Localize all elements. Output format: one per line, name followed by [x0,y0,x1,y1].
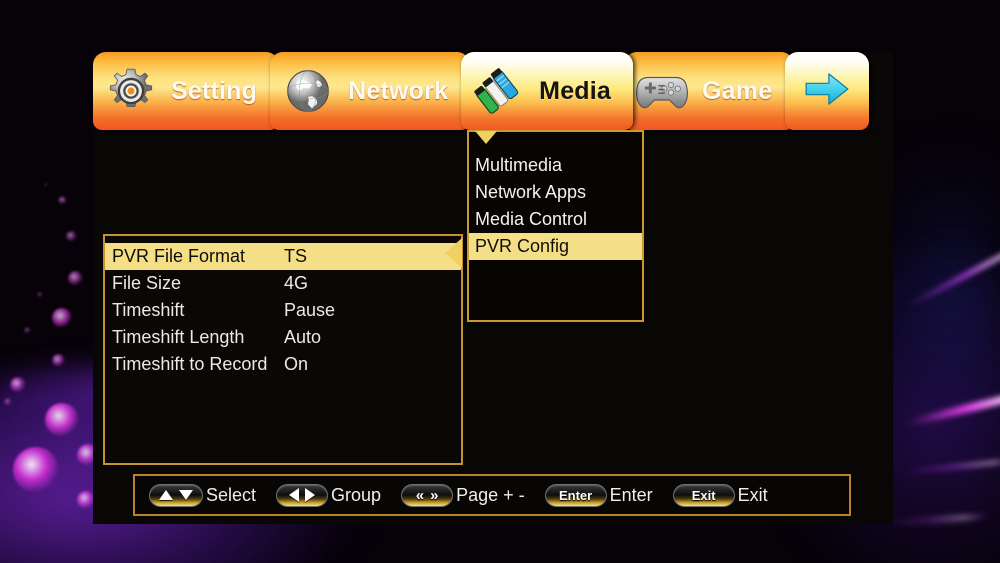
setting-row-timeshift-length[interactable]: Timeshift Length Auto [105,324,461,351]
page-chevrons-badge[interactable]: «» [401,483,454,507]
tab-network[interactable]: Network [270,52,471,130]
dropdown-item-list: Multimedia Network Apps Media Control PVR C… [469,152,642,260]
av-cables-icon [471,63,527,119]
up-down-arrows-badge[interactable] [149,483,203,507]
help-label: Group [331,484,382,505]
tab-game[interactable]: Game [624,52,795,130]
setting-row-timeshift[interactable]: Timeshift Pause [105,297,461,324]
tab-label: Network [348,76,449,105]
arrow-right-icon [305,488,316,502]
tab-more-arrow[interactable] [785,52,870,130]
key-label: Enter [558,487,593,503]
arrow-left-icon [289,488,300,502]
tab-label: Media [539,76,612,105]
setting-label: File Size [112,273,182,293]
dropdown-item-media-control[interactable]: Media Control [469,206,642,233]
gamepad-icon [634,63,690,119]
dropdown-item-network-apps[interactable]: Network Apps [469,179,642,206]
help-item-select: Select [149,483,257,507]
help-item-group: Group [276,483,382,507]
exit-key-badge[interactable]: Exit [672,483,735,507]
setting-label: Timeshift [112,300,185,320]
stb-screen: Setting Network Media Game Multimedia Ne… [0,0,1000,563]
left-right-arrows-badge[interactable] [276,483,329,507]
media-dropdown-menu: Multimedia Network Apps Media Control PVR C… [467,130,644,322]
dropdown-item-pvr-config[interactable]: PVR Config [469,233,642,260]
tab-label: Game [702,76,773,105]
tab-media[interactable]: Media [461,52,634,130]
help-item-exit: Exit Exit [672,483,768,507]
setting-row-timeshift-to-record[interactable]: Timeshift to Record On [105,351,461,378]
chevron-double-left-icon: « [415,486,425,504]
dropdown-pointer-icon [475,131,497,144]
settings-row-list: PVR File Format TS File Size 4G Timeshift Pau… [105,243,461,378]
help-item-page: «» Page + - [401,483,525,507]
setting-row-pvr-file-format[interactable]: PVR File Format TS [105,243,461,270]
dropdown-item-multimedia[interactable]: Multimedia [469,152,642,179]
arrow-down-icon [179,490,193,500]
enter-key-badge[interactable]: Enter [544,483,607,507]
help-label: Page + - [456,484,525,505]
help-bar: Select Group «» Page + - Enter Enter Exit Exit [133,474,851,516]
help-label: Select [206,484,257,505]
main-tab-bar: Setting Network Media Game [93,52,893,130]
setting-row-file-size[interactable]: File Size 4G [105,270,461,297]
help-label: Enter [609,484,653,505]
globe-icon [280,63,336,119]
gear-icon [103,63,159,119]
tab-label: Setting [171,76,258,105]
tab-setting[interactable]: Setting [93,52,280,130]
setting-value[interactable]: TS [284,246,307,267]
help-label: Exit [737,484,768,505]
key-label: Exit [691,487,716,503]
setting-value[interactable]: Auto [284,327,321,348]
pvr-config-panel: PVR File Format TS File Size 4G Timeshift Pau… [103,234,463,465]
panel-notch-icon [445,238,462,268]
setting-value[interactable]: 4G [284,273,308,294]
help-item-enter: Enter Enter [544,483,653,507]
setting-value[interactable]: Pause [284,300,335,321]
arrow-up-icon [159,490,173,500]
setting-label: Timeshift to Record [112,354,268,374]
setting-label: PVR File Format [112,246,246,266]
setting-label: Timeshift Length [112,327,245,347]
chevron-double-right-icon: » [430,486,439,504]
setting-value[interactable]: On [284,354,308,375]
arrow-right-icon [804,71,850,112]
